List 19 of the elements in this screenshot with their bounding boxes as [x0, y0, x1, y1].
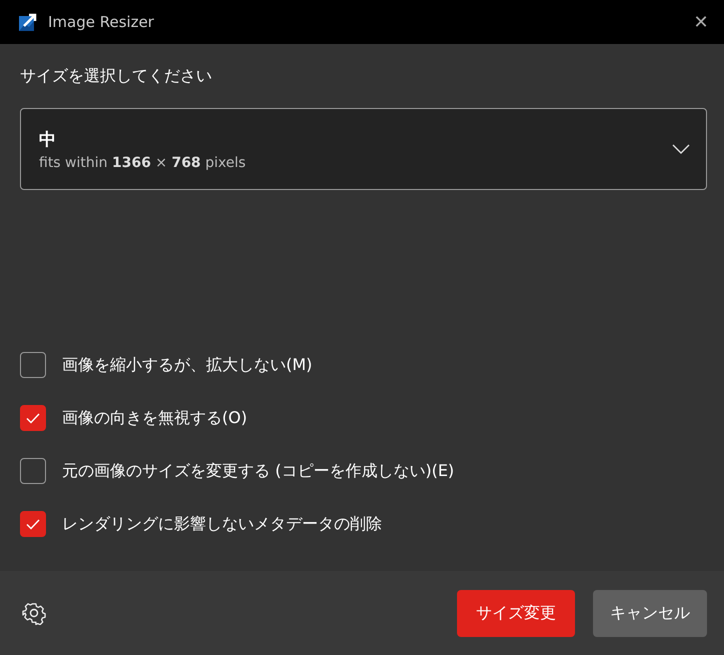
option-label: 元の画像のサイズを変更する (コピーを作成しない)(E): [62, 460, 454, 482]
resize-button[interactable]: サイズ変更: [457, 590, 575, 636]
checkbox[interactable]: [20, 511, 46, 537]
size-label: サイズを選択してください: [20, 66, 212, 87]
cancel-button[interactable]: キャンセル: [593, 590, 707, 636]
settings-icon[interactable]: [22, 601, 46, 625]
size-dropdown[interactable]: 中 fits within 1366 × 768 pixels: [20, 108, 707, 190]
option-label: レンダリングに影響しないメタデータの削除: [62, 514, 382, 534]
close-button[interactable]: ✕: [678, 0, 724, 44]
chevron-down-icon: [672, 144, 690, 154]
size-description: fits within 1366 × 768 pixels: [39, 154, 247, 170]
checkbox[interactable]: [20, 405, 46, 431]
option-label: 画像を縮小するが、拡大しない(M): [62, 354, 312, 376]
app-icon: [18, 12, 38, 32]
window-title: Image Resizer: [48, 13, 155, 31]
checkbox[interactable]: [20, 458, 46, 484]
option-label: 画像の向きを無視する(O): [62, 408, 248, 428]
size-name: 中: [39, 128, 57, 150]
checkbox[interactable]: [20, 352, 46, 378]
